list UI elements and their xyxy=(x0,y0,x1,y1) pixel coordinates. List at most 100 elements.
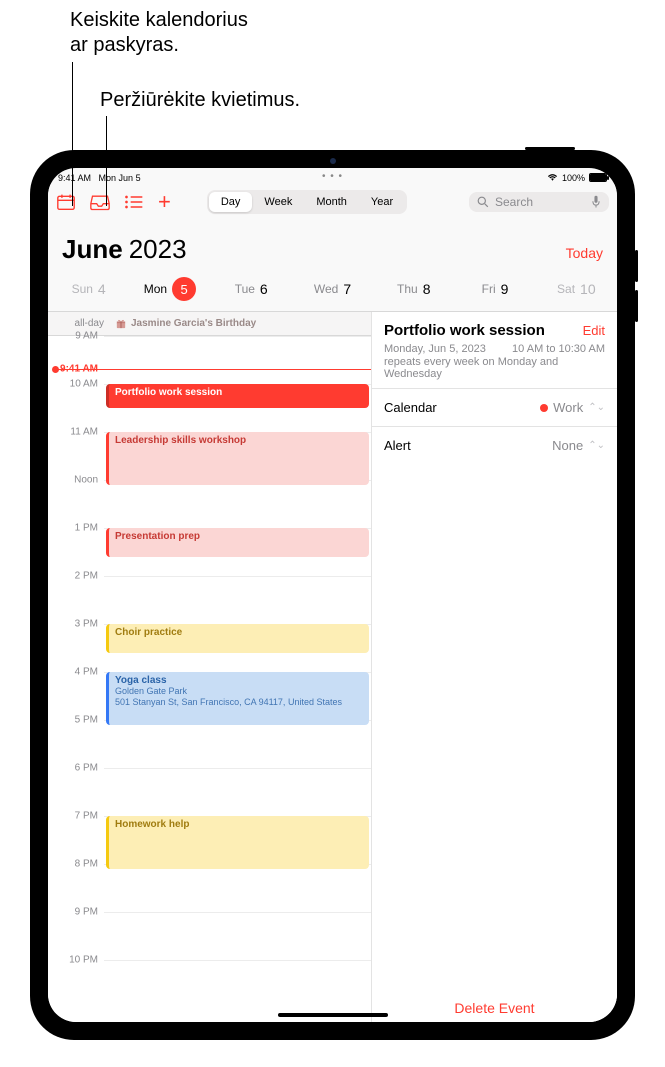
weekday-dow: Wed xyxy=(314,282,338,296)
home-indicator[interactable] xyxy=(278,1013,388,1017)
search-input[interactable] xyxy=(495,195,575,209)
day-view[interactable]: all-day Jasmine Garcia's Birthday 9 AM 10… xyxy=(48,312,372,1022)
calendar-event[interactable]: Yoga classGolden Gate Park501 Stanyan St… xyxy=(106,672,369,725)
volume-up-button xyxy=(635,250,638,282)
gift-icon xyxy=(116,319,126,329)
search-icon xyxy=(477,196,489,208)
toolbar: + Day Week Month Year xyxy=(48,184,617,220)
weekday-dow: Tue xyxy=(235,282,255,296)
weekday-num: 7 xyxy=(343,281,351,297)
weekday-num: 9 xyxy=(501,281,509,297)
hour-label: 1 PM xyxy=(54,523,98,534)
delete-event-button[interactable]: Delete Event xyxy=(372,986,617,1022)
callout-line-1 xyxy=(72,62,73,206)
hour-label: 5 PM xyxy=(54,715,98,726)
statusbar: 9:41 AM Mon Jun 5 • • • 100% xyxy=(48,168,617,184)
mic-icon[interactable] xyxy=(591,195,601,209)
alert-row[interactable]: Alert None ⌃⌄ xyxy=(372,426,617,464)
view-switcher: Day Week Month Year xyxy=(207,190,407,214)
hour-line xyxy=(104,576,371,577)
view-year[interactable]: Year xyxy=(359,192,405,212)
edit-button[interactable]: Edit xyxy=(583,323,605,338)
calendar-color-dot xyxy=(540,404,548,412)
month-header: June 2023 Today xyxy=(48,220,617,269)
event-title: Presentation prep xyxy=(115,531,363,542)
event-address: 501 Stanyan St, San Francisco, CA 94117,… xyxy=(115,697,363,708)
calendar-row-label: Calendar xyxy=(384,400,437,415)
chevron-icon: ⌃⌄ xyxy=(588,402,605,413)
hour-label: 9 PM xyxy=(54,907,98,918)
inbox-icon[interactable] xyxy=(90,193,110,211)
weekday-dow: Sun xyxy=(72,282,93,296)
allday-label: all-day xyxy=(68,318,104,329)
screen: 9:41 AM Mon Jun 5 • • • 100% xyxy=(48,168,617,1022)
calendar-event[interactable]: Homework help xyxy=(106,816,369,869)
ipad-frame: 9:41 AM Mon Jun 5 • • • 100% xyxy=(30,150,635,1040)
add-event-button[interactable]: + xyxy=(158,191,171,213)
alert-row-label: Alert xyxy=(384,438,411,453)
calendar-event[interactable]: Portfolio work session xyxy=(106,384,369,408)
view-week[interactable]: Week xyxy=(252,192,304,212)
weekday-cell[interactable]: Mon5 xyxy=(129,277,210,301)
allday-event[interactable]: Jasmine Garcia's Birthday xyxy=(116,318,367,329)
callouts: Keiskite kalendorius ar paskyras. Peržiū… xyxy=(0,0,665,160)
list-icon[interactable] xyxy=(124,193,144,211)
multitask-dots[interactable]: • • • xyxy=(322,171,343,182)
detail-time: 10 AM to 10:30 AM xyxy=(512,343,605,355)
battery-pct: 100% xyxy=(562,173,585,183)
search-field[interactable] xyxy=(469,192,609,212)
weekday-cell[interactable]: Thu 8 xyxy=(373,277,454,301)
detail-title: Portfolio work session xyxy=(384,322,583,339)
event-title: Yoga class xyxy=(115,675,363,686)
statusbar-date: Mon Jun 5 xyxy=(99,173,141,183)
callout-line-2 xyxy=(106,116,107,206)
weekday-cell[interactable]: Fri9 xyxy=(454,277,535,301)
event-title: Portfolio work session xyxy=(115,387,363,398)
hour-line xyxy=(104,960,371,961)
event-title: Leadership skills workshop xyxy=(115,435,363,446)
hour-label: 9 AM xyxy=(54,331,98,342)
calendar-row[interactable]: Calendar Work ⌃⌄ xyxy=(372,388,617,426)
weekday-cell[interactable]: Sun4 xyxy=(48,277,129,301)
hour-label: Noon xyxy=(54,475,98,486)
hour-label: 4 PM xyxy=(54,667,98,678)
calendar-event[interactable]: Choir practice xyxy=(106,624,369,653)
hour-label: 2 PM xyxy=(54,571,98,582)
month-label: June xyxy=(62,234,123,265)
detail-repeat: repeats every week on Monday and Wednesd… xyxy=(384,356,605,380)
calendar-event[interactable]: Presentation prep xyxy=(106,528,369,557)
event-location: Golden Gate Park xyxy=(115,686,363,697)
weekday-dow: Thu xyxy=(397,282,418,296)
hour-label: 3 PM xyxy=(54,619,98,630)
weekday-dow: Mon xyxy=(144,282,167,296)
view-month[interactable]: Month xyxy=(304,192,359,212)
weekday-num: 8 xyxy=(423,281,431,297)
calendar-event[interactable]: Leadership skills workshop xyxy=(106,432,369,485)
main-split: all-day Jasmine Garcia's Birthday 9 AM 10… xyxy=(48,312,617,1022)
weekday-cell[interactable]: Sat10 xyxy=(536,277,617,301)
statusbar-left: 9:41 AM Mon Jun 5 xyxy=(58,173,141,183)
weekday-cell[interactable]: Wed 7 xyxy=(292,277,373,301)
hour-label: 8 PM xyxy=(54,859,98,870)
weekday-strip: Sun4Mon5Tue6 Wed 7 Thu 8 Fri9Sat10 xyxy=(48,269,617,312)
alert-row-value: None xyxy=(552,438,583,453)
current-time-indicator xyxy=(56,369,371,370)
callout-invitations: Peržiūrėkite kvietimus. xyxy=(100,88,300,113)
allday-event-title: Jasmine Garcia's Birthday xyxy=(131,318,256,329)
weekday-num: 10 xyxy=(580,281,596,297)
calendar-row-value: Work xyxy=(553,400,583,415)
toolbar-icons: + xyxy=(56,191,171,213)
event-detail-pane: Portfolio work session Edit Monday, Jun … xyxy=(372,312,617,1022)
battery-icon xyxy=(589,173,607,182)
hour-label: 10 AM xyxy=(54,379,98,390)
callout-calendars: Keiskite kalendorius ar paskyras. xyxy=(70,8,248,58)
detail-header: Portfolio work session Edit Monday, Jun … xyxy=(372,312,617,388)
hour-label: 10 PM xyxy=(54,955,98,966)
view-day[interactable]: Day xyxy=(209,192,253,212)
today-button[interactable]: Today xyxy=(566,245,603,261)
calendars-icon[interactable] xyxy=(56,193,76,211)
hour-grid[interactable]: 9 AM10 AM11 AMNoon1 PM2 PM3 PM4 PM5 PM6 … xyxy=(48,336,371,1008)
weekday-cell[interactable]: Tue6 xyxy=(211,277,292,301)
volume-down-button xyxy=(635,290,638,322)
event-title: Homework help xyxy=(115,819,363,830)
